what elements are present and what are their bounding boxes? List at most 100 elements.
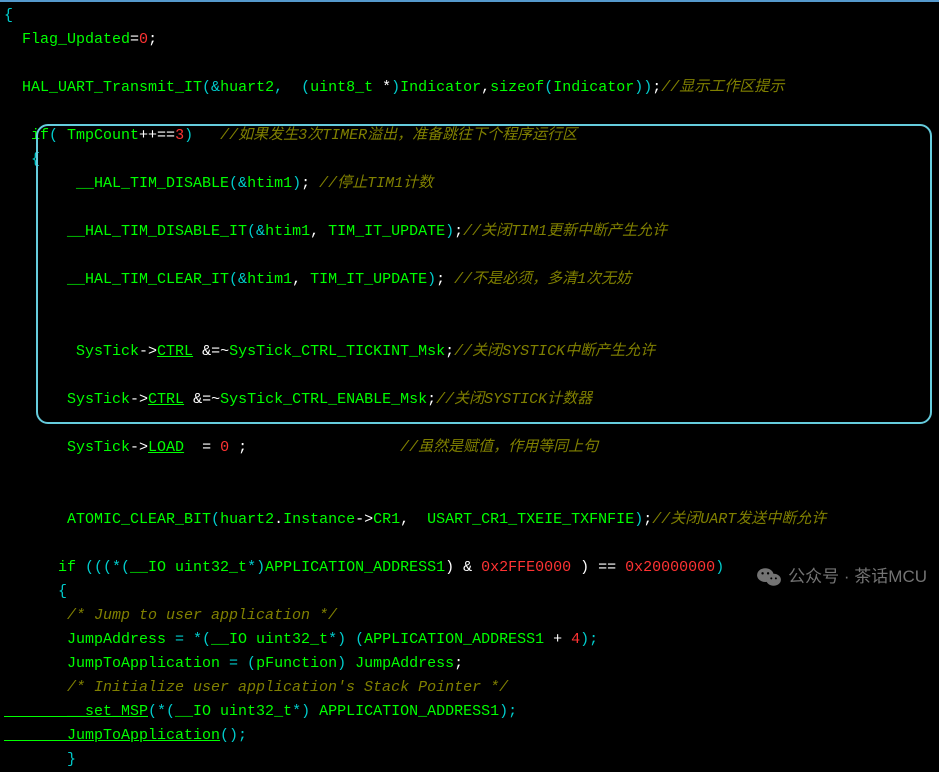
code-token: -> — [130, 391, 148, 408]
code-token: APPLICATION_ADDRESS1 — [319, 703, 499, 720]
comment: //关闭UART发送中断允许 — [652, 511, 826, 528]
code-token: ATOMIC_CLEAR_BIT — [4, 511, 211, 528]
comment: //虽然是赋值，作用等同上句 — [400, 439, 598, 456]
code-token: __IO uint32_t — [130, 559, 247, 576]
code-token: 0 — [220, 439, 229, 456]
code-token: (& — [202, 79, 220, 96]
code-token: , — [481, 79, 490, 96]
code-token: ) — [292, 175, 301, 192]
code-token: USART_CR1_TXEIE_TXFNFIE — [427, 511, 634, 528]
code-token: JumpToApplication — [4, 655, 229, 672]
brace-open: { — [4, 7, 13, 24]
code-token: (& — [229, 271, 247, 288]
code-token: Flag_Updated — [4, 31, 130, 48]
code-token: SysTick_CTRL_ENABLE_Msk — [220, 391, 427, 408]
code-token: -> — [355, 511, 373, 528]
comment: //不是必须，多清1次无妨 — [454, 271, 631, 288]
code-token: SysTick — [4, 343, 139, 360]
code-token: htim1 — [247, 175, 292, 192]
code-token: HAL_UART_Transmit_IT — [4, 79, 202, 96]
code-token: * — [382, 79, 391, 96]
code-token: huart2 — [220, 511, 274, 528]
code-token: CTRL — [157, 343, 193, 360]
code-token: (*( — [148, 703, 175, 720]
code-token: ); — [499, 703, 517, 720]
comment: //停止TIM1计数 — [319, 175, 433, 192]
code-token: if — [4, 127, 49, 144]
code-token: (& — [247, 223, 265, 240]
wechat-icon — [756, 566, 780, 586]
code-token: SysTick_CTRL_TICKINT_Msk — [229, 343, 445, 360]
code-token: JumpAddress — [355, 655, 454, 672]
code-token: = — [130, 31, 139, 48]
code-token: huart2 — [220, 79, 274, 96]
code-token: __set_MSP — [4, 703, 148, 720]
code-token: JumpToApplication — [4, 727, 220, 744]
code-token: &=~ — [184, 391, 220, 408]
code-token: ; — [436, 271, 454, 288]
comment: //关闭SYSTICK计数器 — [436, 391, 592, 408]
code-token: htim1 — [247, 271, 292, 288]
brace-close: } — [4, 751, 76, 768]
code-token: (((*( — [85, 559, 130, 576]
code-token: . — [274, 511, 283, 528]
brace-open: { — [4, 583, 67, 600]
watermark-text: 公众号 · 茶话MCU — [788, 563, 927, 590]
code-token: -> — [130, 439, 148, 456]
code-token: ; — [643, 511, 652, 528]
code-token: __HAL_TIM_DISABLE_IT — [4, 223, 247, 240]
code-token: *) ( — [328, 631, 364, 648]
code-token: + — [553, 631, 571, 648]
code-token: htim1 — [265, 223, 310, 240]
code-token: __IO uint32_t — [175, 703, 292, 720]
code-token: JumpAddress — [4, 631, 175, 648]
code-token: pFunction — [256, 655, 337, 672]
comment: //如果发生3次TIMER溢出，准备跳往下个程序运行区 — [193, 127, 577, 144]
watermark: 公众号 · 茶话MCU — [756, 563, 927, 590]
code-token: ) — [445, 223, 454, 240]
code-token: , ( — [274, 79, 310, 96]
code-token: TmpCount — [67, 127, 139, 144]
code-token: SysTick — [4, 439, 130, 456]
code-token: ) == — [580, 559, 625, 576]
code-token: ) — [337, 655, 355, 672]
code-token: uint8_t — [310, 79, 382, 96]
code-token: = — [184, 439, 220, 456]
code-token: ++== — [139, 127, 175, 144]
code-token: ) — [391, 79, 400, 96]
comment: /* Initialize user application's Stack P… — [4, 679, 508, 696]
code-token: __HAL_TIM_CLEAR_IT — [4, 271, 229, 288]
code-token: , — [292, 271, 310, 288]
code-token: *) — [247, 559, 265, 576]
code-token: LOAD — [148, 439, 184, 456]
code-token: ) — [634, 511, 643, 528]
code-token: 0x2FFE0000 — [481, 559, 580, 576]
comment: /* Jump to user application */ — [4, 607, 337, 624]
code-token: ; — [652, 79, 661, 96]
comment: //显示工作区提示 — [661, 79, 784, 96]
code-token: ; — [445, 343, 454, 360]
code-token: ) — [715, 559, 724, 576]
code-token: 0x20000000 — [625, 559, 715, 576]
code-token: ; — [148, 31, 157, 48]
code-token: APPLICATION_ADDRESS1 — [265, 559, 445, 576]
code-token: ( — [544, 79, 553, 96]
code-editor[interactable]: { Flag_Updated=0; HAL_UART_Transmit_IT(&… — [4, 4, 935, 772]
code-token: ( — [49, 127, 67, 144]
code-token: 3 — [175, 127, 184, 144]
code-token: if — [4, 559, 85, 576]
code-token: ; — [229, 439, 400, 456]
code-token: ; — [454, 655, 463, 672]
code-token: ) — [427, 271, 436, 288]
code-token: CR1 — [373, 511, 400, 528]
code-token: = *( — [175, 631, 211, 648]
code-token: 4 — [571, 631, 580, 648]
code-token: ; — [301, 175, 319, 192]
code-token: , — [310, 223, 328, 240]
code-token: ; — [454, 223, 463, 240]
comment: //关闭TIM1更新中断产生允许 — [463, 223, 667, 240]
code-token: &=~ — [193, 343, 229, 360]
code-token: TIM_IT_UPDATE — [328, 223, 445, 240]
code-token: , — [400, 511, 427, 528]
code-token: __IO uint32_t — [211, 631, 328, 648]
